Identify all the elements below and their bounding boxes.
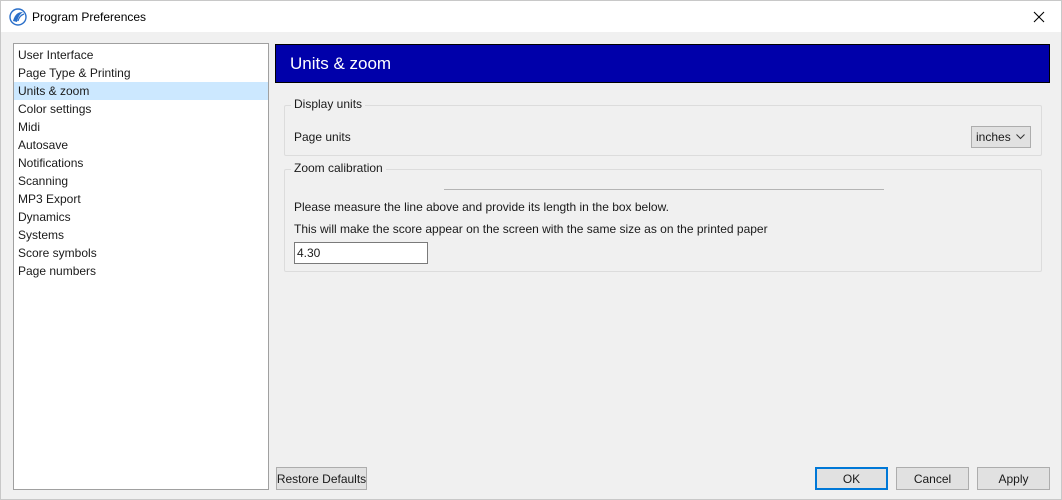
calibration-instruction-2: This will make the score appear on the s… [294, 222, 768, 236]
sidebar-item-dynamics[interactable]: Dynamics [14, 208, 268, 226]
title-bar[interactable]: Program Preferences [1, 1, 1061, 32]
page-units-select[interactable]: inches [971, 126, 1031, 148]
apply-button[interactable]: Apply [977, 467, 1050, 490]
restore-defaults-button[interactable]: Restore Defaults [276, 467, 367, 490]
sidebar-item-scanning[interactable]: Scanning [14, 172, 268, 190]
chevron-down-icon [1016, 134, 1025, 140]
close-icon [1033, 11, 1045, 22]
sidebar-item-midi[interactable]: Midi [14, 118, 268, 136]
category-list[interactable]: User Interface Page Type & Printing Unit… [13, 43, 269, 490]
zoom-calibration-group: Zoom calibration Please measure the line… [284, 161, 1042, 272]
sidebar-item-user-interface[interactable]: User Interface [14, 46, 268, 64]
sidebar-item-notifications[interactable]: Notifications [14, 154, 268, 172]
sidebar-item-page-numbers[interactable]: Page numbers [14, 262, 268, 280]
display-units-group: Display units Page units inches [284, 97, 1042, 156]
sidebar-item-color-settings[interactable]: Color settings [14, 100, 268, 118]
page-units-value: inches [976, 130, 1011, 144]
preferences-window: Program Preferences User Interface Page … [0, 0, 1062, 500]
zoom-calibration-title: Zoom calibration [291, 161, 386, 175]
close-button[interactable] [1017, 1, 1061, 32]
display-units-title: Display units [291, 97, 366, 111]
app-logo-icon [9, 8, 27, 26]
ok-button[interactable]: OK [815, 467, 888, 490]
sidebar-item-mp3-export[interactable]: MP3 Export [14, 190, 268, 208]
calibration-length-input[interactable] [294, 242, 428, 264]
sidebar-item-page-type-printing[interactable]: Page Type & Printing [14, 64, 268, 82]
window-title: Program Preferences [32, 10, 147, 24]
page-title: Units & zoom [275, 44, 1050, 83]
category-items: User Interface Page Type & Printing Unit… [14, 44, 268, 280]
calibration-instruction-1: Please measure the line above and provid… [294, 200, 669, 214]
sidebar-item-score-symbols[interactable]: Score symbols [14, 244, 268, 262]
calibration-line [444, 189, 884, 190]
sidebar-item-autosave[interactable]: Autosave [14, 136, 268, 154]
sidebar-item-units-zoom[interactable]: Units & zoom [14, 82, 268, 100]
cancel-button[interactable]: Cancel [896, 467, 969, 490]
page-units-label: Page units [294, 130, 351, 144]
sidebar-item-systems[interactable]: Systems [14, 226, 268, 244]
